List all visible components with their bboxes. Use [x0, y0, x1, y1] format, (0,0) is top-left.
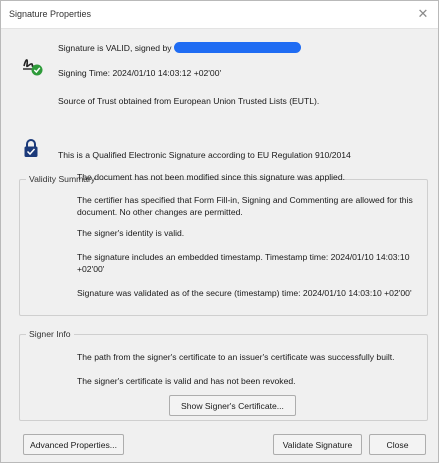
advanced-properties-label: Advanced Properties... — [30, 439, 117, 450]
signing-time-text: Signing Time: 2024/01/10 14:03:12 +02'00… — [58, 68, 222, 78]
show-signer-certificate-label: Show Signer's Certificate... — [181, 400, 284, 411]
window-title: Signature Properties — [9, 9, 92, 19]
signer-item-not-revoked: The signer's certificate is valid and ha… — [77, 376, 296, 386]
advanced-properties-button[interactable]: Advanced Properties... — [23, 434, 124, 455]
trust-source-text: Source of Trust obtained from European U… — [58, 96, 320, 106]
validity-item-validated-at: Signature was validated as of the secure… — [77, 288, 412, 298]
close-label: Close — [386, 439, 409, 450]
signer-info-legend: Signer Info — [26, 329, 74, 339]
close-button[interactable]: Close — [369, 434, 426, 455]
signature-status-text: Signature is VALID, signed by — [58, 43, 172, 53]
qualified-signature-text: This is a Qualified Electronic Signature… — [58, 150, 351, 160]
show-signer-certificate-button[interactable]: Show Signer's Certificate... — [169, 395, 296, 416]
validity-item-unmodified: The document has not been modified since… — [77, 172, 346, 182]
signature-valid-icon — [23, 59, 43, 76]
validate-signature-button[interactable]: Validate Signature — [273, 434, 362, 455]
close-icon[interactable]: ✕ — [416, 7, 430, 21]
validity-item-identity: The signer's identity is valid. — [77, 228, 185, 238]
lock-icon — [24, 139, 38, 157]
title-bar: Signature Properties ✕ — [1, 1, 438, 29]
validity-item-timestamp: The signature includes an embedded times… — [77, 252, 410, 274]
redacted-signer-name — [174, 42, 301, 53]
validate-signature-label: Validate Signature — [282, 439, 353, 450]
signer-item-path-built: The path from the signer's certificate t… — [77, 352, 395, 362]
signature-properties-dialog: Signature Properties ✕ Signature is VALI… — [0, 0, 439, 463]
validity-item-certifier: The certifier has specified that Form Fi… — [77, 195, 413, 217]
